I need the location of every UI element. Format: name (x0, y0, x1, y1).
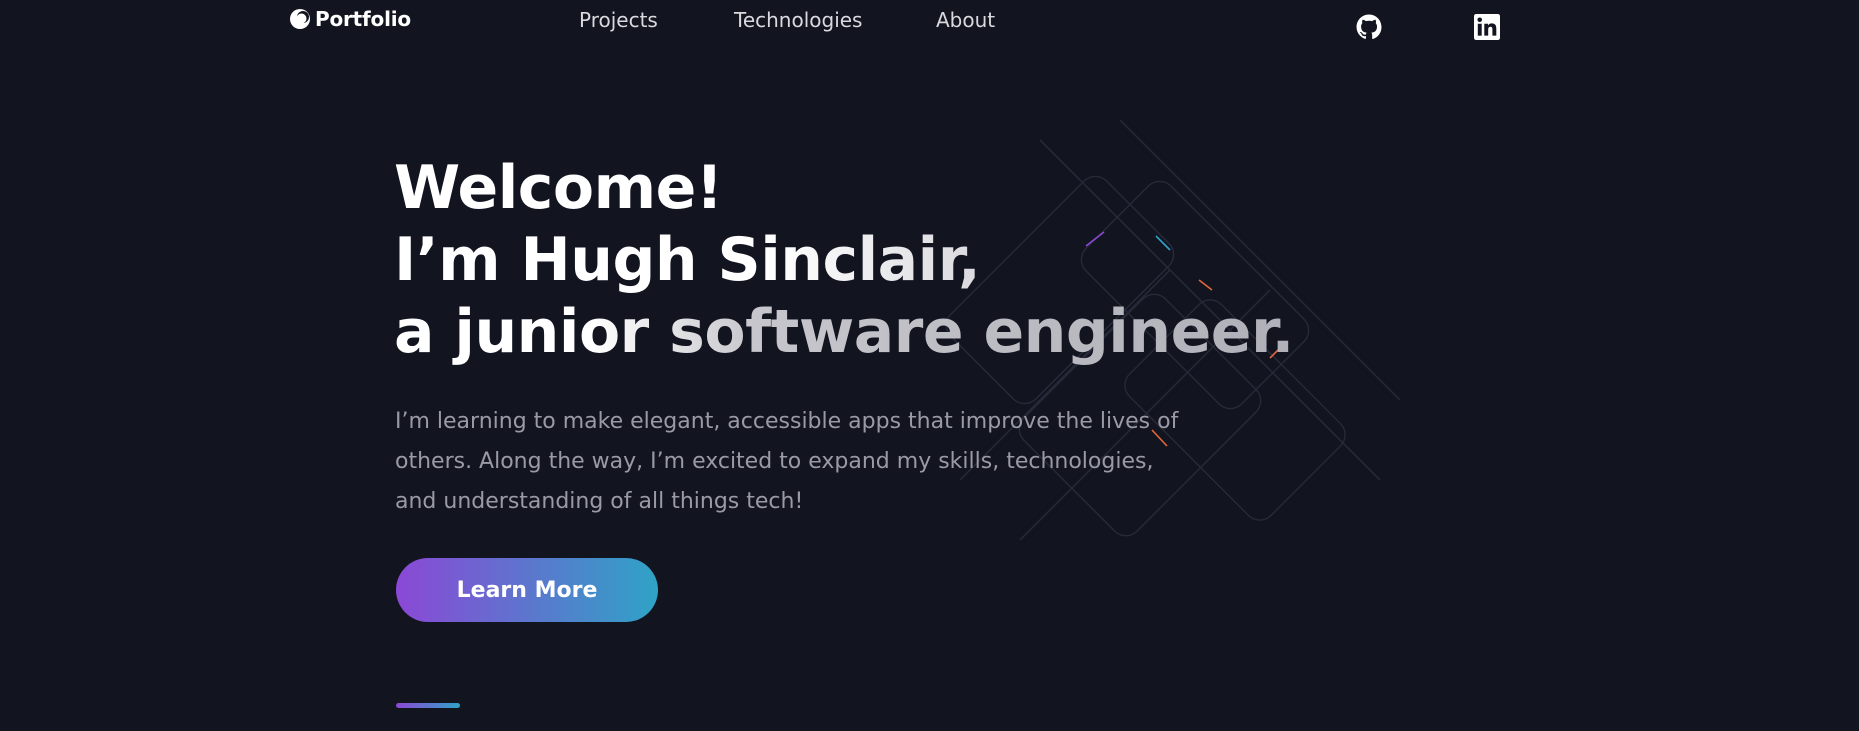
nav-link-projects[interactable]: Projects (579, 8, 658, 32)
hero-title-line-1: Welcome! (394, 153, 723, 223)
linkedin-icon[interactable] (1474, 14, 1500, 40)
logo-label: Portfolio (315, 7, 411, 31)
section-divider-bar (396, 703, 460, 708)
logo-icon (290, 9, 310, 29)
nav-link-about[interactable]: About (936, 8, 995, 32)
hero-description: I’m learning to make elegant, accessible… (395, 409, 1179, 514)
nav-link-technologies[interactable]: Technologies (734, 8, 862, 32)
hero-title-line-2: I’m Hugh Sinclair, (394, 224, 1294, 296)
hero-title-line-3: a junior software engineer. (394, 297, 1294, 367)
top-navbar: Portfolio Projects Technologies About (0, 0, 1859, 44)
github-icon[interactable] (1356, 14, 1382, 40)
learn-more-button[interactable]: Learn More (396, 558, 658, 622)
hero-title: Welcome! I’m Hugh Sinclair, a junior sof… (394, 152, 1294, 368)
logo-link[interactable]: Portfolio (289, 7, 411, 31)
